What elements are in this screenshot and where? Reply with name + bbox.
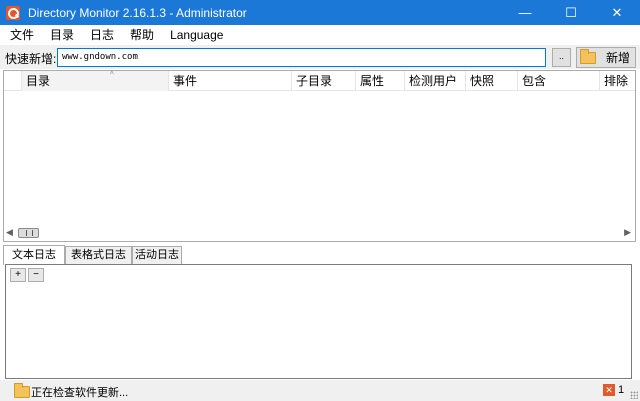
column-subdirectory[interactable]: 子目录 (292, 71, 356, 91)
browse-button[interactable]: .. (552, 48, 571, 67)
sort-ascending-icon: ^ (110, 71, 114, 79)
expand-button[interactable]: + (10, 268, 26, 282)
close-button[interactable]: ✕ (594, 0, 640, 25)
folder-icon (580, 48, 596, 64)
column-detect-user[interactable]: 检测用户 (405, 71, 466, 91)
collapse-button[interactable]: − (28, 268, 44, 282)
menu-directory[interactable]: 目录 (42, 25, 82, 45)
column-directory[interactable]: 目录 ^ (22, 71, 169, 91)
column-directory-label: 目录 (26, 74, 51, 88)
add-button-label: 新增 (606, 51, 631, 65)
menu-language[interactable]: Language (162, 25, 231, 45)
app-magnifier-icon (6, 5, 20, 20)
resize-grip-icon[interactable] (630, 391, 638, 399)
scroll-thumb[interactable] (18, 228, 39, 238)
column-event[interactable]: 事件 (169, 71, 292, 91)
status-bar: 正在检查软件更新... ✕ 1 (0, 380, 640, 401)
column-snapshot[interactable]: 快照 (466, 71, 518, 91)
tab-activity-log[interactable]: 活动日志 (132, 246, 182, 264)
quick-add-input[interactable]: www.gndown.com (57, 48, 546, 67)
scroll-left-icon[interactable]: ◀ (6, 227, 13, 238)
log-panel[interactable]: + − (5, 264, 632, 379)
minimize-button[interactable]: — (502, 0, 548, 25)
window-title: Directory Monitor 2.16.1.3 - Administrat… (28, 5, 247, 20)
quick-add-bar: 快速新增: www.gndown.com .. 新增 (0, 45, 640, 69)
error-count: 1 (618, 384, 625, 396)
menu-log[interactable]: 日志 (82, 25, 122, 45)
log-tabs: 文本日志 表格式日志 活动日志 (3, 245, 636, 265)
table-header: 目录 ^ 事件 子目录 属性 检测用户 快照 包含 排除 (4, 71, 635, 91)
column-exclude[interactable]: 排除 (600, 71, 635, 91)
quick-add-label: 快速新增: (5, 52, 57, 66)
tab-text-log[interactable]: 文本日志 (3, 245, 65, 265)
column-attributes[interactable]: 属性 (356, 71, 405, 91)
menu-file[interactable]: 文件 (2, 25, 42, 45)
scroll-right-icon[interactable]: ▶ (624, 227, 631, 238)
error-icon[interactable]: ✕ (603, 384, 615, 396)
status-folder-icon (14, 383, 30, 398)
window-controls: — ☐ ✕ (502, 0, 640, 25)
title-bar[interactable]: Directory Monitor 2.16.1.3 - Administrat… (0, 0, 640, 25)
maximize-button[interactable]: ☐ (548, 0, 594, 25)
menu-help[interactable]: 帮助 (122, 25, 162, 45)
column-include[interactable]: 包含 (518, 71, 600, 91)
tab-table-log[interactable]: 表格式日志 (65, 246, 132, 264)
menu-bar: 文件 目录 日志 帮助 Language (0, 25, 640, 45)
horizontal-scrollbar[interactable]: ◀ ▶ (4, 225, 635, 241)
add-directory-button[interactable]: 新增 (576, 47, 636, 68)
row-selector-header[interactable] (4, 71, 22, 91)
status-text: 正在检查软件更新... (31, 387, 129, 399)
directory-table[interactable]: 目录 ^ 事件 子目录 属性 检测用户 快照 包含 排除 ◀ ▶ (3, 70, 636, 242)
